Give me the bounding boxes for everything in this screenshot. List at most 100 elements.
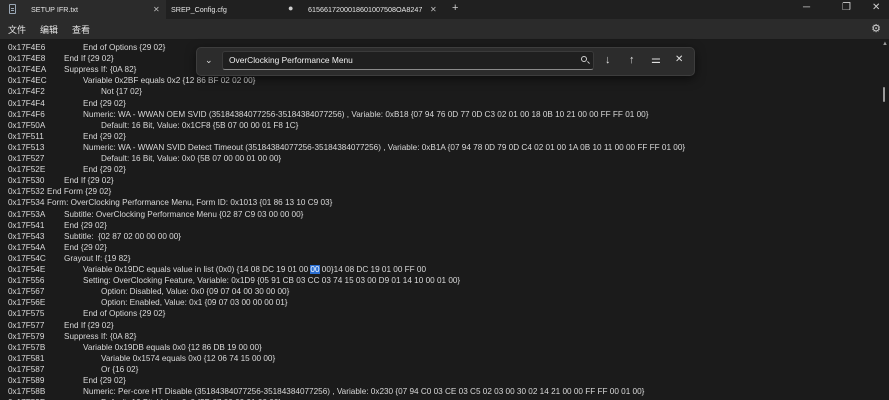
line-address: 0x17F577 [8,320,45,330]
text-line: 0x17F52E End {29 02} [0,164,880,175]
line-text: Numeric: WA - WWAN OEM SVID (35184384077… [83,109,649,119]
line-address: 0x17F54E [8,265,46,274]
line-address: 0x17F4F4 [8,98,45,108]
line-text: End {29 02} [83,131,126,141]
scrollbar-thumb[interactable] [883,87,885,102]
tab-label: SETUP IFR.txt [31,5,78,14]
line-address: 0x17F567 [8,287,45,297]
line-text: Form: OverClocking Performance Menu, For… [47,198,333,208]
text-line: 0x17F579 Suppress If: {0A 82} [0,331,880,342]
menu-view[interactable]: 查看 [72,23,90,36]
line-address: 0x17F543 [8,231,45,241]
line-address: 0x17F58B [8,387,46,397]
find-panel: ⌄ OverClocking Performance Menu ↓ ↑ ⚌ ✕ [196,47,695,76]
line-address: 0x17F50A [8,120,46,130]
tab-label: SREP_Config.cfg [171,5,227,14]
close-icon[interactable]: ✕ [430,5,437,14]
tab-label: 6156617200018601007508OA824706 [308,5,422,14]
line-address: 0x17F53A [8,209,46,219]
line-text: Variable 0x19DB equals 0x0 {12 86 DB 19 … [83,342,262,352]
line-text-segment: 00}14 08 DC 19 01 00 FF 00 [319,265,427,274]
text-line: 0x17F511 End {29 02} [0,131,880,142]
line-address: 0x17F530 [8,176,45,186]
line-address: 0x17F57B [8,342,46,352]
text-line: 0x17F54A End {29 02} [0,242,880,253]
line-text: Variable 0x2BF equals 0x2 {12 86 BF 02 0… [83,76,256,86]
line-address: 0x17F511 [8,131,44,141]
line-text: Not {17 02} [101,87,142,97]
tab-srep-config[interactable]: SREP_Config.cfg ● [166,0,302,19]
menu-file[interactable]: 文件 [8,23,26,36]
maximize-icon[interactable]: ❐ [842,2,851,13]
search-icon[interactable] [581,56,587,62]
text-line: 0x17F57B Variable 0x19DB equals 0x0 {12 8… [0,342,880,353]
find-input[interactable]: OverClocking Performance Menu [222,51,594,70]
line-text: Or {16 02} [101,364,139,374]
settings-gear-icon[interactable]: ⚙ [871,22,881,35]
line-text: Variable 0x19DC equals value in list (0x… [83,264,426,275]
line-text: End If {29 02} [64,320,114,330]
line-address: 0x17F587 [8,364,45,374]
line-text: End Form {29 02} [47,187,112,197]
menu-edit[interactable]: 编辑 [40,23,58,36]
line-address: 0x17F56E [8,298,46,308]
tab-setup-ifr[interactable]: SETUP IFR.txt ✕ [0,0,166,19]
document-icon [9,4,16,14]
text-line: 0x17F577 End If {29 02} [0,320,880,331]
line-text: Variable 0x1574 equals 0x0 {12 06 74 15 … [101,353,276,363]
text-line: 0x17F513 Numeric: WA - WWAN SVID Detect T… [0,142,880,153]
line-text-segment: Variable 0x19DC equals value in list (0x… [83,265,311,274]
line-text: Subtitle: OverClocking Performance Menu … [64,209,304,219]
line-text: Setting: OverClocking Feature, Variable:… [83,276,461,286]
line-address: 0x17F556 [8,276,45,286]
text-line: 0x17F534 Form: OverClocking Performance M… [0,197,880,208]
text-line: 0x17F58B Numeric: Per-core HT Disable (35… [0,386,880,397]
text-line: 0x17F54E Variable 0x19DC equals value in … [0,264,880,275]
line-text: Default: 16 Bit, Value: 0x1CF8 {5B 07 00… [101,120,299,130]
text-line: 0x17F50A Default: 16 Bit, Value: 0x1CF8 {… [0,120,880,131]
minimize-icon[interactable]: ─ [803,2,810,13]
line-address: 0x17F581 [8,353,45,363]
text-line: 0x17F575 End of Options {29 02} [0,308,880,319]
text-line: 0x17F53A Subtitle: OverClocking Performan… [0,209,880,220]
line-text: End {29 02} [64,220,107,230]
chevron-down-icon[interactable]: ⌄ [205,53,213,67]
text-line: 0x17F567 Option: Disabled, Value: 0x0 {09… [0,286,880,297]
text-line: 0x17F581 Variable 0x1574 equals 0x0 {12 0… [0,353,880,364]
text-line: 0x17F4EC Variable 0x2BF equals 0x2 {12 86… [0,75,880,86]
line-address: 0x17F4EA [8,65,47,75]
close-find-icon[interactable]: ✕ [675,53,683,67]
add-tab-icon[interactable]: + [452,2,458,14]
menu-bar: 文件 编辑 查看 ⚙ [0,19,889,40]
line-text: Grayout If: {19 82} [64,253,131,263]
line-text: End of Options {29 02} [83,43,166,52]
line-address: 0x17F4F6 [8,109,45,119]
line-address: 0x17F4EC [8,76,47,86]
line-address: 0x17F579 [8,331,45,341]
find-previous-icon[interactable]: ↑ [629,53,635,67]
text-line: 0x17F56E Option: Enabled, Value: 0x1 {09 … [0,297,880,308]
find-options-icon[interactable]: ⚌ [651,53,661,67]
line-address: 0x17F54C [8,253,46,263]
text-line: 0x17F532 End Form {29 02} [0,186,880,197]
line-text: Numeric: Per-core HT Disable (3518438407… [83,387,645,397]
line-address: 0x17F575 [8,309,45,319]
line-text: End {29 02} [83,165,126,175]
text-line: 0x17F556 Setting: OverClocking Feature, V… [0,275,880,286]
line-address: 0x17F541 [8,220,45,230]
text-editor[interactable]: 0x17F4E6 End of Options {29 02} 0x17F4E8 En… [0,40,889,400]
line-address: 0x17F532 [8,187,45,197]
text-line: 0x17F541 End {29 02} [0,220,880,231]
line-text: Numeric: WA - WWAN SVID Detect Timeout (… [83,142,686,152]
close-window-icon[interactable]: ✕ [872,2,880,13]
find-next-icon[interactable]: ↓ [605,53,611,67]
line-address: 0x17F4E8 [8,54,46,64]
text-line: 0x17F543 Subtitle: {02 87 02 00 00 00 00} [0,231,880,242]
unsaved-dot-icon[interactable]: ● [288,3,293,13]
line-address: 0x17F589 [8,376,45,385]
scroll-up-icon[interactable]: ▲ [882,41,888,47]
text-line: 0x17F530 End If {29 02} [0,175,880,186]
line-text: End If {29 02} [64,54,114,64]
tab-numeric-file[interactable]: 6156617200018601007508OA824706 ✕ [302,0,444,19]
close-icon[interactable]: ✕ [153,5,160,14]
